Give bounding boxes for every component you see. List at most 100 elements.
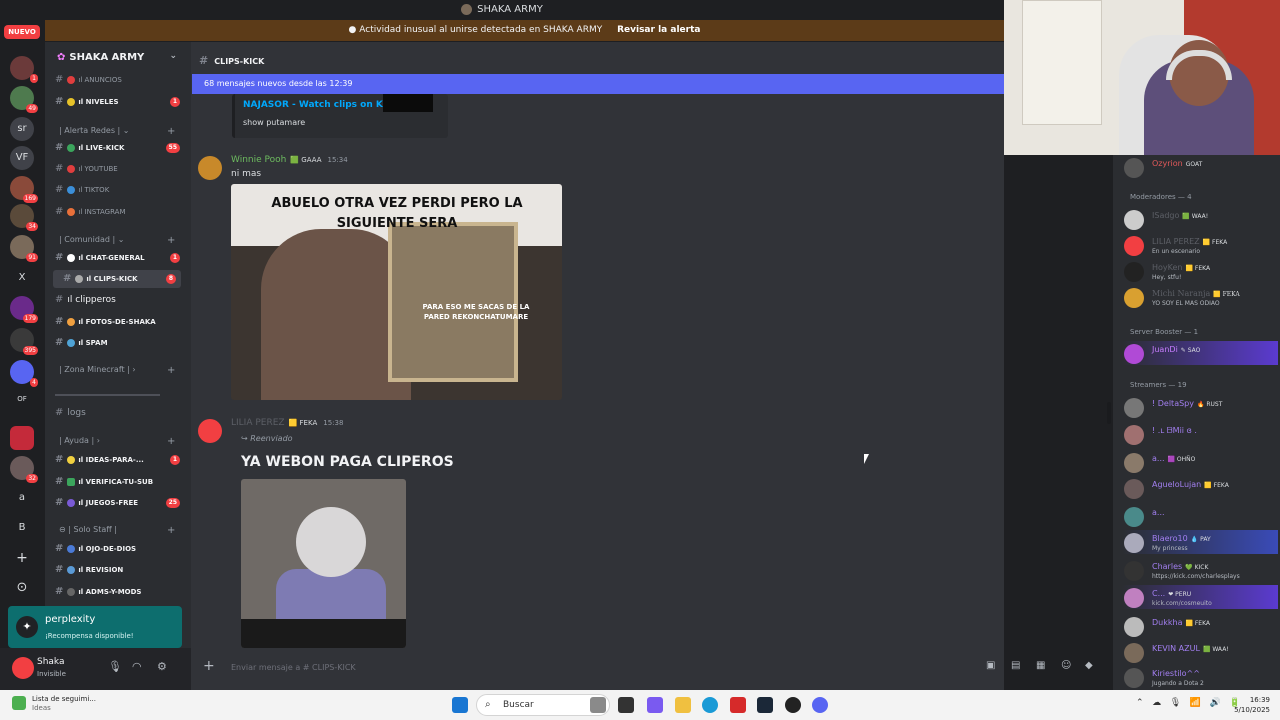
copilot-icon[interactable] (590, 697, 606, 713)
add-channel-icon: + (167, 126, 176, 137)
server-icon-10[interactable]: 395 (10, 328, 38, 355)
member-item[interactable]: ! .ʟ ᗷMii ɞ . (1122, 422, 1278, 446)
gif-icon[interactable]: ▤ (1011, 660, 1020, 671)
add-attachment-icon[interactable]: + (203, 658, 215, 674)
member-item[interactable]: HoyKen 🟨 FEKA Hey, stfu! (1122, 259, 1278, 283)
author-avatar[interactable] (198, 156, 222, 180)
clock[interactable]: 16:39 5/10/2025 (1230, 695, 1270, 715)
member-item[interactable]: Kiriestilo^^ Jugando a Dota 2 (1122, 665, 1278, 689)
author-avatar[interactable] (198, 419, 222, 443)
copilot-app-icon[interactable] (647, 697, 663, 713)
channel-verifica-tu-sub[interactable]: # ıl VERIFICA-TU-SUB (45, 473, 185, 491)
member-item[interactable]: Dukkha 🟨 FEKA (1122, 614, 1278, 638)
server-icon-1[interactable]: 1 (10, 56, 38, 83)
channel-clipperos[interactable]: # ıl clipperos (45, 291, 185, 309)
server-icon-13[interactable] (10, 426, 34, 450)
task-view-icon[interactable] (618, 697, 634, 713)
embed-link[interactable]: NAJASOR - Watch clips on Kick (243, 100, 397, 110)
author-name[interactable]: LILIA PEREZ (231, 418, 285, 428)
boosters-header: Server Booster — 1 (1130, 328, 1199, 336)
category-solo-staff[interactable]: ⊖ | Solo Staff | + (59, 525, 175, 536)
server-icon-8[interactable]: X (10, 266, 34, 290)
embed-thumbnail[interactable] (383, 94, 433, 112)
attached-image[interactable] (241, 479, 406, 648)
channel-fotos-de-shaka[interactable]: # ıl FOTOS-DE-SHAKA (45, 313, 185, 331)
server-icon-9[interactable]: 179 (10, 296, 38, 323)
emoji-icon[interactable]: ☺ (1061, 660, 1071, 671)
member-item[interactable]: a... (1122, 504, 1278, 528)
review-alert-button[interactable]: Revisar la alerta (617, 25, 700, 35)
channel-adms-y-mods[interactable]: # ıl ADMS-Y-MODS (45, 583, 185, 601)
channel-ojo-de-dios[interactable]: # ıl OJO-DE-DIOS (45, 540, 185, 558)
server-icon-5[interactable]: 169 (10, 176, 38, 203)
meme-image[interactable]: ABUELO OTRA VEZ PERDI PERO LA SIGUIENTE … (231, 184, 562, 400)
headphones-icon[interactable]: ◠ (132, 660, 142, 673)
channel-juegos-free[interactable]: # ıl JUEGOS-FREE 25 (45, 494, 185, 512)
channel-anuncios[interactable]: # ıl ANUNCIOS (45, 71, 185, 89)
edge-browser-icon[interactable] (702, 697, 718, 713)
channel-chat-general[interactable]: # ıl CHAT-GENERAL 1 (45, 249, 185, 267)
category-comunidad[interactable]: | Comunidad | ⌄ + (59, 235, 175, 246)
system-tray[interactable]: ⌃ ☁ 🎙 📶 🔊 🔋 (1136, 698, 1241, 708)
window-title: SHAKA ARMY (477, 4, 543, 15)
server-icon-11[interactable]: 4 (10, 360, 38, 387)
member-item[interactable]: Ozyrion GOAT (1122, 155, 1278, 179)
server-icon-2[interactable]: 49 (10, 86, 38, 113)
server-icon-16[interactable]: B (10, 516, 34, 540)
member-item[interactable]: ISadgo 🟩 WAA! (1122, 207, 1278, 231)
chat-scrollbar[interactable] (1107, 402, 1111, 424)
channel-instagram[interactable]: # ıl INSTAGRAM (45, 203, 185, 221)
channel-logs[interactable]: # logs (45, 404, 185, 422)
server-header[interactable]: ✿ SHAKA ARMY ⌄ (45, 42, 191, 72)
channel-revision[interactable]: # ıl REVISION (45, 561, 185, 579)
member-item[interactable]: ! DeltaSpy 🔥 RUST (1122, 395, 1278, 419)
message-input[interactable]: Enviar mensaje a # CLIPS-KICK (231, 663, 356, 672)
channel-live-kick[interactable]: # ıl LIVE-KICK 55 (45, 139, 185, 157)
app-icon[interactable] (730, 697, 746, 713)
obs-icon[interactable] (785, 697, 801, 713)
window-title-bar: SHAKA ARMY (0, 0, 1004, 20)
discover-icon[interactable]: ⊙ (10, 576, 34, 600)
server-icon-3[interactable]: sr (10, 117, 34, 141)
server-icon-7[interactable]: 91 (10, 235, 38, 262)
member-item[interactable]: AgueloLujan 🟨 FEKA (1122, 476, 1278, 500)
channel-youtube[interactable]: # ıl YOUTUBE (45, 160, 185, 178)
sticker-icon[interactable]: ▦ (1036, 660, 1045, 671)
file-explorer-icon[interactable] (675, 697, 691, 713)
new-badge[interactable]: NUEVO (4, 25, 40, 39)
channel-clips-kick[interactable]: # ıl CLIPS-KICK 8 (53, 270, 181, 288)
member-item[interactable]: JuanDi ✎ SAO (1122, 341, 1278, 365)
member-item[interactable]: LILIA PEREZ 🟨 FEKA En un escenario (1122, 233, 1278, 257)
server-icon-4[interactable]: VF (10, 146, 34, 170)
gift-icon[interactable]: ▣ (986, 660, 995, 671)
server-icon-15[interactable]: a (10, 486, 34, 510)
member-item[interactable]: a... 🟪 OHÑO (1122, 450, 1278, 474)
user-avatar[interactable] (12, 657, 34, 679)
server-icon-14[interactable]: 32 (10, 456, 38, 483)
add-server-icon[interactable]: + (10, 546, 34, 570)
server-icon-12[interactable]: OF (10, 387, 34, 411)
apps-icon[interactable]: ◆ (1085, 660, 1093, 671)
perplexity-promo[interactable]: ✦ perplexity ¡Recompensa disponible! (8, 606, 182, 648)
new-messages-bar[interactable]: 68 mensajes nuevos desde las 12:39 (192, 74, 1004, 94)
settings-gear-icon[interactable]: ⚙ (157, 660, 167, 673)
channel-niveles[interactable]: # ıl NIVELES 1 (45, 93, 185, 111)
channel-spam[interactable]: # ıl SPAM (45, 334, 185, 352)
windows-start-icon[interactable] (452, 697, 468, 713)
category-zona-minecraft[interactable]: | Zona Minecraft | › + (59, 365, 175, 376)
channel-ideas[interactable]: # ıl IDEAS-PARA-... 1 (45, 451, 185, 469)
member-item[interactable]: C... ❤ PERU kick.com/cosmeuito (1122, 585, 1278, 609)
author-name[interactable]: Winnie Pooh (231, 155, 286, 165)
microphone-icon[interactable]: 🎙 (108, 660, 122, 673)
server-icon-6[interactable]: 34 (10, 204, 38, 231)
category-alerta-redes[interactable]: | Alerta Redes | ⌄ + (59, 126, 175, 137)
alert-icon: ● (348, 25, 357, 35)
steam-icon[interactable] (757, 697, 773, 713)
channel-tiktok[interactable]: # ıl TIKTOK (45, 181, 185, 199)
member-item[interactable]: KEVIN AZUL 🟩 WAA! (1122, 640, 1278, 664)
discord-icon[interactable] (812, 697, 828, 713)
category-ayuda[interactable]: | Ayuda | › + (59, 436, 175, 447)
member-item[interactable]: Charles 💚 KICK https://kick.com/charlespla… (1122, 558, 1278, 582)
member-item[interactable]: Blaero10 💧 PAY My princess (1122, 530, 1278, 554)
member-item[interactable]: Michi Naranja 🟨 FEKA YO SOY EL MAS ODIAO (1122, 285, 1278, 309)
